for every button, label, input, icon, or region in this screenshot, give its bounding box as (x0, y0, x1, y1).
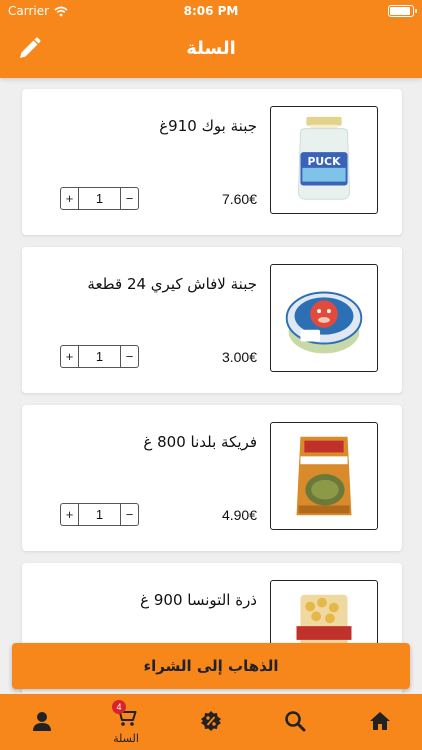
status-bar: Carrier 8:06 PM (0, 0, 422, 22)
svg-text:PUCK: PUCK (308, 155, 342, 168)
product-image-puck[interactable]: PUCK (270, 106, 378, 214)
tab-profile[interactable] (0, 694, 84, 750)
tab-search[interactable] (253, 694, 337, 750)
increase-quantity-button[interactable]: + (61, 504, 79, 525)
quantity-stepper: + 1 − (60, 187, 139, 210)
cart-item: فريكة بلدنا 800 غ 4.90€ + 1 − (22, 405, 402, 551)
quantity-value: 1 (95, 507, 104, 522)
tab-offers[interactable] (169, 694, 253, 750)
increase-quantity-button[interactable]: + (61, 188, 79, 209)
cart-item: جبنة لافاش كيري 24 قطعة 3.00€ + 1 − (22, 247, 402, 393)
decrease-quantity-button[interactable]: − (120, 188, 138, 209)
page-title: السلة (186, 38, 236, 59)
tab-home[interactable] (338, 694, 422, 750)
increase-quantity-button[interactable]: + (61, 346, 79, 367)
battery-icon (388, 5, 417, 17)
product-image-laughing-cow[interactable] (270, 264, 378, 372)
tab-label: السلة (113, 732, 139, 745)
cart-list[interactable]: PUCK جبنة بوك 910غ 7.60€ + 1 − جبنة لافا… (0, 78, 422, 693)
quantity-stepper: + 1 − (60, 503, 139, 526)
product-name: ذرة التونسا 900 غ (140, 591, 257, 609)
tab-bar: 4 السلة (0, 694, 422, 750)
quantity-value: 1 (95, 349, 104, 364)
discount-icon (201, 711, 221, 731)
product-price: 4.90€ (221, 507, 257, 523)
status-time: 8:06 PM (183, 4, 239, 18)
quantity-value: 1 (95, 191, 104, 206)
product-image-freekeh[interactable] (270, 422, 378, 530)
product-name: فريكة بلدنا 800 غ (143, 433, 257, 451)
product-price: 7.60€ (221, 191, 257, 207)
cart-item: PUCK جبنة بوك 910غ 7.60€ + 1 − (22, 89, 402, 235)
user-icon (33, 712, 51, 731)
product-name: جبنة بوك 910غ (159, 117, 257, 135)
decrease-quantity-button[interactable]: − (120, 504, 138, 525)
search-icon (285, 711, 306, 732)
cart-count-badge: 4 (112, 700, 126, 714)
checkout-button[interactable]: الذهاب إلى الشراء (12, 643, 410, 689)
decrease-quantity-button[interactable]: − (120, 346, 138, 367)
product-name: جبنة لافاش كيري 24 قطعة (87, 275, 257, 293)
tab-cart[interactable]: 4 السلة (84, 694, 168, 750)
app-header: Carrier 8:06 PM السلة (0, 0, 422, 78)
home-icon (370, 712, 390, 730)
quantity-stepper: + 1 − (60, 345, 139, 368)
product-price: 3.00€ (221, 349, 257, 365)
